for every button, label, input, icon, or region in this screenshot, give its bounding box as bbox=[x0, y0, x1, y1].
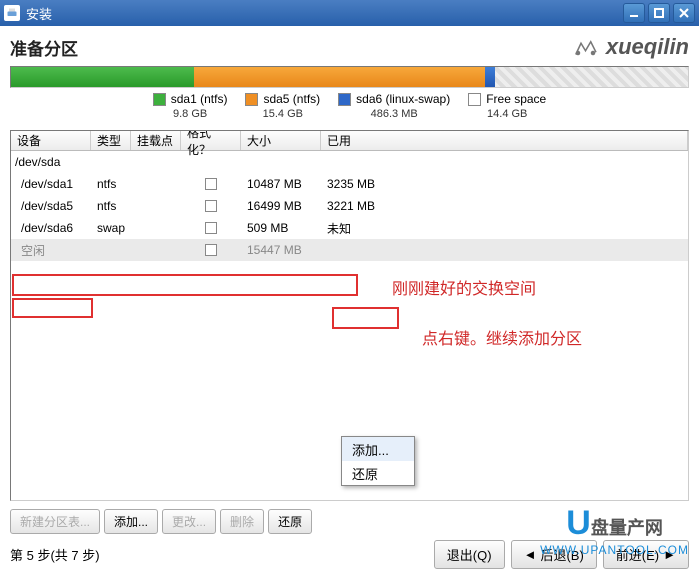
edit-button[interactable]: 更改... bbox=[162, 509, 216, 534]
table-row[interactable]: /dev/sda5 ntfs 16499 MB 3221 MB bbox=[11, 195, 688, 217]
partition-bar bbox=[10, 66, 689, 88]
bar-segment[interactable] bbox=[194, 67, 485, 87]
add-button[interactable]: 添加... bbox=[104, 509, 158, 534]
bar-segment[interactable] bbox=[485, 67, 495, 87]
legend-item: Free space14.4 GB bbox=[468, 92, 546, 120]
bar-segment[interactable] bbox=[495, 67, 688, 87]
annotation-add: 点右键。继续添加分区 bbox=[422, 325, 582, 349]
minimize-button[interactable] bbox=[623, 3, 645, 23]
format-checkbox[interactable] bbox=[205, 200, 217, 212]
col-format[interactable]: 格式化？ bbox=[181, 131, 241, 150]
format-checkbox[interactable] bbox=[205, 222, 217, 234]
annotation-swap: 刚刚建好的交换空间 bbox=[392, 275, 536, 299]
delete-button[interactable]: 删除 bbox=[220, 509, 264, 534]
context-restore[interactable]: 还原 bbox=[342, 461, 414, 485]
table-header: 设备 类型 挂载点 格式化？ 大小 已用 bbox=[11, 131, 688, 151]
table-row[interactable]: /dev/sda6 swap 509 MB 未知 bbox=[11, 217, 688, 239]
quit-button[interactable]: 退出(Q) bbox=[434, 540, 505, 569]
table-row[interactable]: /dev/sda1 ntfs 10487 MB 3235 MB bbox=[11, 173, 688, 195]
step-label: 第 5 步(共 7 步) bbox=[10, 545, 100, 564]
forward-button[interactable]: 前进(E) ► bbox=[603, 540, 689, 569]
col-used[interactable]: 已用 bbox=[321, 131, 688, 150]
format-checkbox[interactable] bbox=[205, 244, 217, 256]
col-device[interactable]: 设备 bbox=[11, 131, 91, 150]
maximize-button[interactable] bbox=[648, 3, 670, 23]
restore-button[interactable]: 还原 bbox=[268, 509, 312, 534]
back-button[interactable]: ◄ 后退(B) bbox=[511, 540, 597, 569]
close-button[interactable] bbox=[673, 3, 695, 23]
bar-segment[interactable] bbox=[11, 67, 194, 87]
col-size[interactable]: 大小 bbox=[241, 131, 321, 150]
table-row[interactable]: 空闲 15447 MB bbox=[11, 239, 688, 261]
page-title: 准备分区 bbox=[10, 35, 78, 60]
legend-item: sda1 (ntfs)9.8 GB bbox=[153, 92, 228, 120]
table-row[interactable]: /dev/sda bbox=[11, 151, 688, 173]
partition-table: 设备 类型 挂载点 格式化？ 大小 已用 /dev/sda/dev/sda1 n… bbox=[10, 130, 689, 501]
col-type[interactable]: 类型 bbox=[91, 131, 131, 150]
app-icon bbox=[4, 5, 20, 21]
context-add[interactable]: 添加... bbox=[342, 437, 414, 461]
context-menu: 添加... 还原 bbox=[341, 436, 415, 486]
format-checkbox[interactable] bbox=[205, 178, 217, 190]
titlebar: 安装 bbox=[0, 0, 699, 26]
legend-item: sda5 (ntfs)15.4 GB bbox=[245, 92, 320, 120]
col-mount[interactable]: 挂载点 bbox=[131, 131, 181, 150]
brand-watermark: xueqilin bbox=[572, 34, 689, 60]
partition-legend: sda1 (ntfs)9.8 GB sda5 (ntfs)15.4 GB sda6 … bbox=[10, 92, 689, 120]
window-title: 安装 bbox=[26, 4, 623, 23]
legend-item: sda6 (linux-swap)486.3 MB bbox=[338, 92, 450, 120]
new-table-button[interactable]: 新建分区表... bbox=[10, 509, 100, 534]
